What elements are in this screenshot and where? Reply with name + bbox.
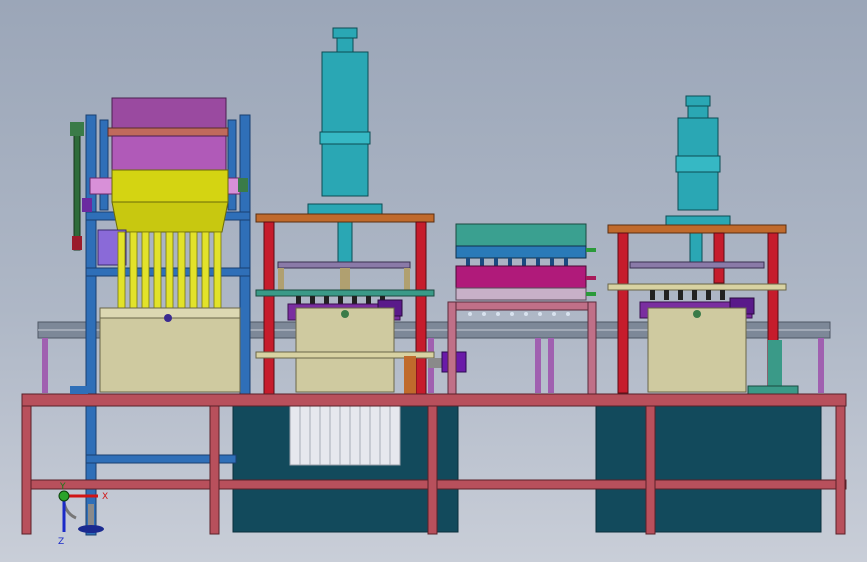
z-axis-label: Z: [58, 537, 64, 547]
water-tank-right: [595, 401, 822, 533]
mold-station: [447, 223, 597, 395]
coordinate-triad[interactable]: X Y Z: [58, 482, 108, 547]
press-station-2: [607, 95, 799, 395]
x-axis-label: X: [102, 492, 108, 502]
cad-viewport[interactable]: X Y Z: [0, 0, 867, 562]
feeder-station: [70, 97, 251, 536]
machine-drawing: X Y Z: [21, 27, 847, 547]
water-tank-left: [232, 401, 459, 533]
y-axis-label: Y: [59, 482, 66, 492]
press-station-1: [255, 27, 467, 398]
triad-foot: [78, 504, 104, 533]
